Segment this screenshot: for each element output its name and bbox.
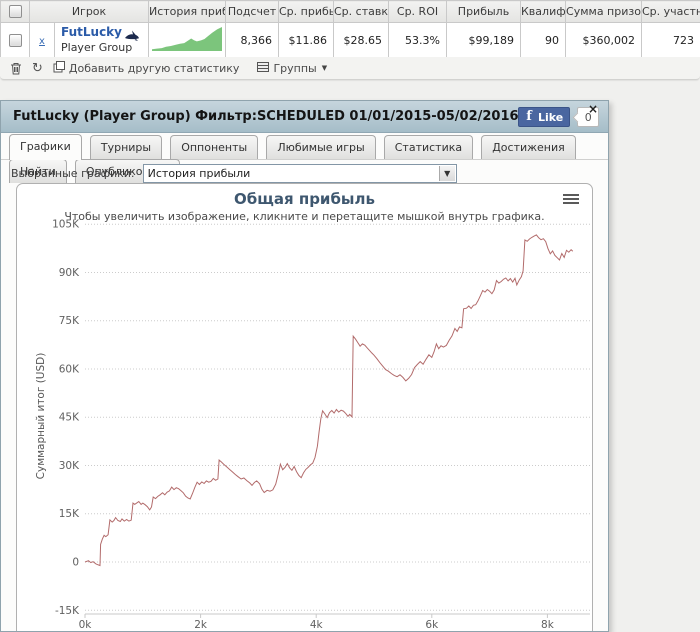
player-name-link[interactable]: FutLucky xyxy=(61,25,122,39)
col-avg-entrants[interactable]: Ср. участников xyxy=(641,0,700,23)
qualified-value: 90 xyxy=(520,22,566,58)
shark-icon xyxy=(124,29,140,45)
tab-statistics[interactable]: Статистика xyxy=(383,135,474,159)
avg-profit-value: $11.86 xyxy=(278,22,334,58)
add-statistic-label: Добавить другую статистику xyxy=(68,61,240,75)
stats-table: Игрок История прибы Подсчет Ср. прибы Ср… xyxy=(0,0,700,58)
svg-text:105K: 105K xyxy=(52,219,80,231)
svg-text:60K: 60K xyxy=(59,364,80,376)
svg-text:45K: 45K xyxy=(59,412,80,424)
tab-favorite-games[interactable]: Любимые игры xyxy=(266,135,376,159)
panel-titlebar[interactable]: FutLucky (Player Group) Фильтр:SCHEDULED… xyxy=(1,101,608,133)
player-group-panel: FutLucky (Player Group) Фильтр:SCHEDULED… xyxy=(0,100,609,632)
remove-cell: x xyxy=(29,22,55,58)
player-type-label: Player Group xyxy=(61,41,133,54)
dropdown-arrow-icon: ▼ xyxy=(438,166,455,181)
tab-tournaments[interactable]: Турниры xyxy=(89,135,163,159)
profit-value: $99,189 xyxy=(446,22,521,58)
profit-history-cell[interactable] xyxy=(148,22,226,58)
svg-text:0k: 0k xyxy=(79,619,93,631)
stats-header-row: Игрок История прибы Подсчет Ср. прибы Ср… xyxy=(0,0,700,23)
col-avg-roi[interactable]: Ср. ROI xyxy=(388,0,447,23)
trash-icon[interactable] xyxy=(10,62,22,75)
col-count[interactable]: Подсчет xyxy=(225,0,279,23)
avg-roi-value: 53.3% xyxy=(388,22,447,58)
facebook-icon: f xyxy=(526,109,532,124)
col-qualified[interactable]: Квалиф xyxy=(520,0,566,23)
tab-opponents[interactable]: Оппоненты xyxy=(170,135,259,159)
col-profit-history[interactable]: История прибы xyxy=(148,0,226,23)
player-cell: FutLucky Player Group xyxy=(54,22,149,58)
toolbar: ↻ Добавить другую статистику Группы ▼ xyxy=(0,57,700,80)
profit-chart-plot[interactable]: 105K 90K 75K 60K 45K 30K 15K 0 -15K 0k 2k 4k 6k 8k xyxy=(17,184,593,632)
col-avg-profit[interactable]: Ср. прибы xyxy=(278,0,334,23)
col-player[interactable]: Игрок xyxy=(29,0,149,23)
avg-stake-value: $28.65 xyxy=(333,22,389,58)
add-statistic-button[interactable]: Добавить другую статистику xyxy=(53,60,240,76)
svg-text:90K: 90K xyxy=(59,267,80,279)
graph-select-dropdown[interactable]: История прибыли ▼ xyxy=(142,164,457,183)
col-profit[interactable]: Прибыль xyxy=(446,0,521,23)
tab-graphs[interactable]: Графики xyxy=(9,134,82,160)
refresh-icon[interactable]: ↻ xyxy=(32,61,43,76)
chevron-down-icon: ▼ xyxy=(321,64,328,72)
svg-text:75K: 75K xyxy=(59,315,80,327)
avg-entrants-value: 723 xyxy=(641,22,700,58)
svg-text:6k: 6k xyxy=(425,619,439,631)
remove-row-link[interactable]: x xyxy=(39,36,45,47)
graph-select-row: Выбранные графики: История прибыли ▼ xyxy=(11,164,457,183)
graph-select-value: История прибыли xyxy=(147,167,251,180)
drive-icon xyxy=(257,61,270,76)
svg-text:4k: 4k xyxy=(310,619,324,631)
svg-text:15K: 15K xyxy=(59,508,80,520)
count-value: 8,366 xyxy=(225,22,279,58)
copy-plus-icon xyxy=(53,60,65,76)
svg-text:0: 0 xyxy=(72,557,79,569)
groups-label: Группы xyxy=(273,61,317,75)
groups-button[interactable]: Группы ▼ xyxy=(257,61,327,76)
header-checkbox-cell xyxy=(0,0,30,23)
profit-chart-container: Общая прибыль Чтобы увеличить изображени… xyxy=(16,183,593,632)
facebook-like-button[interactable]: f Like xyxy=(518,107,571,127)
row-checkbox-cell xyxy=(0,22,30,58)
row-checkbox[interactable] xyxy=(8,33,22,47)
svg-text:30K: 30K xyxy=(59,460,80,472)
col-avg-stake[interactable]: Ср. ставка xyxy=(333,0,389,23)
tab-achievements[interactable]: Достижения xyxy=(481,135,576,159)
panel-tabs: Графики Турниры Оппоненты Любимые игры С… xyxy=(1,134,608,183)
svg-text:8k: 8k xyxy=(541,619,555,631)
graph-select-label: Выбранные графики: xyxy=(11,167,135,180)
select-all-checkbox[interactable] xyxy=(8,5,22,19)
svg-text:-15K: -15K xyxy=(55,605,80,617)
profit-sparkline[interactable] xyxy=(152,25,222,52)
svg-text:2k: 2k xyxy=(194,619,208,631)
table-row: x FutLucky Player Group 8,366 $11.86 $28… xyxy=(0,22,700,58)
col-prize-sum[interactable]: Сумма призо xyxy=(565,0,642,23)
panel-title: FutLucky (Player Group) Фильтр:SCHEDULED… xyxy=(13,109,519,124)
prize-sum-value: $360,002 xyxy=(565,22,642,58)
like-label: Like xyxy=(538,110,564,124)
close-icon[interactable]: × xyxy=(588,102,598,116)
